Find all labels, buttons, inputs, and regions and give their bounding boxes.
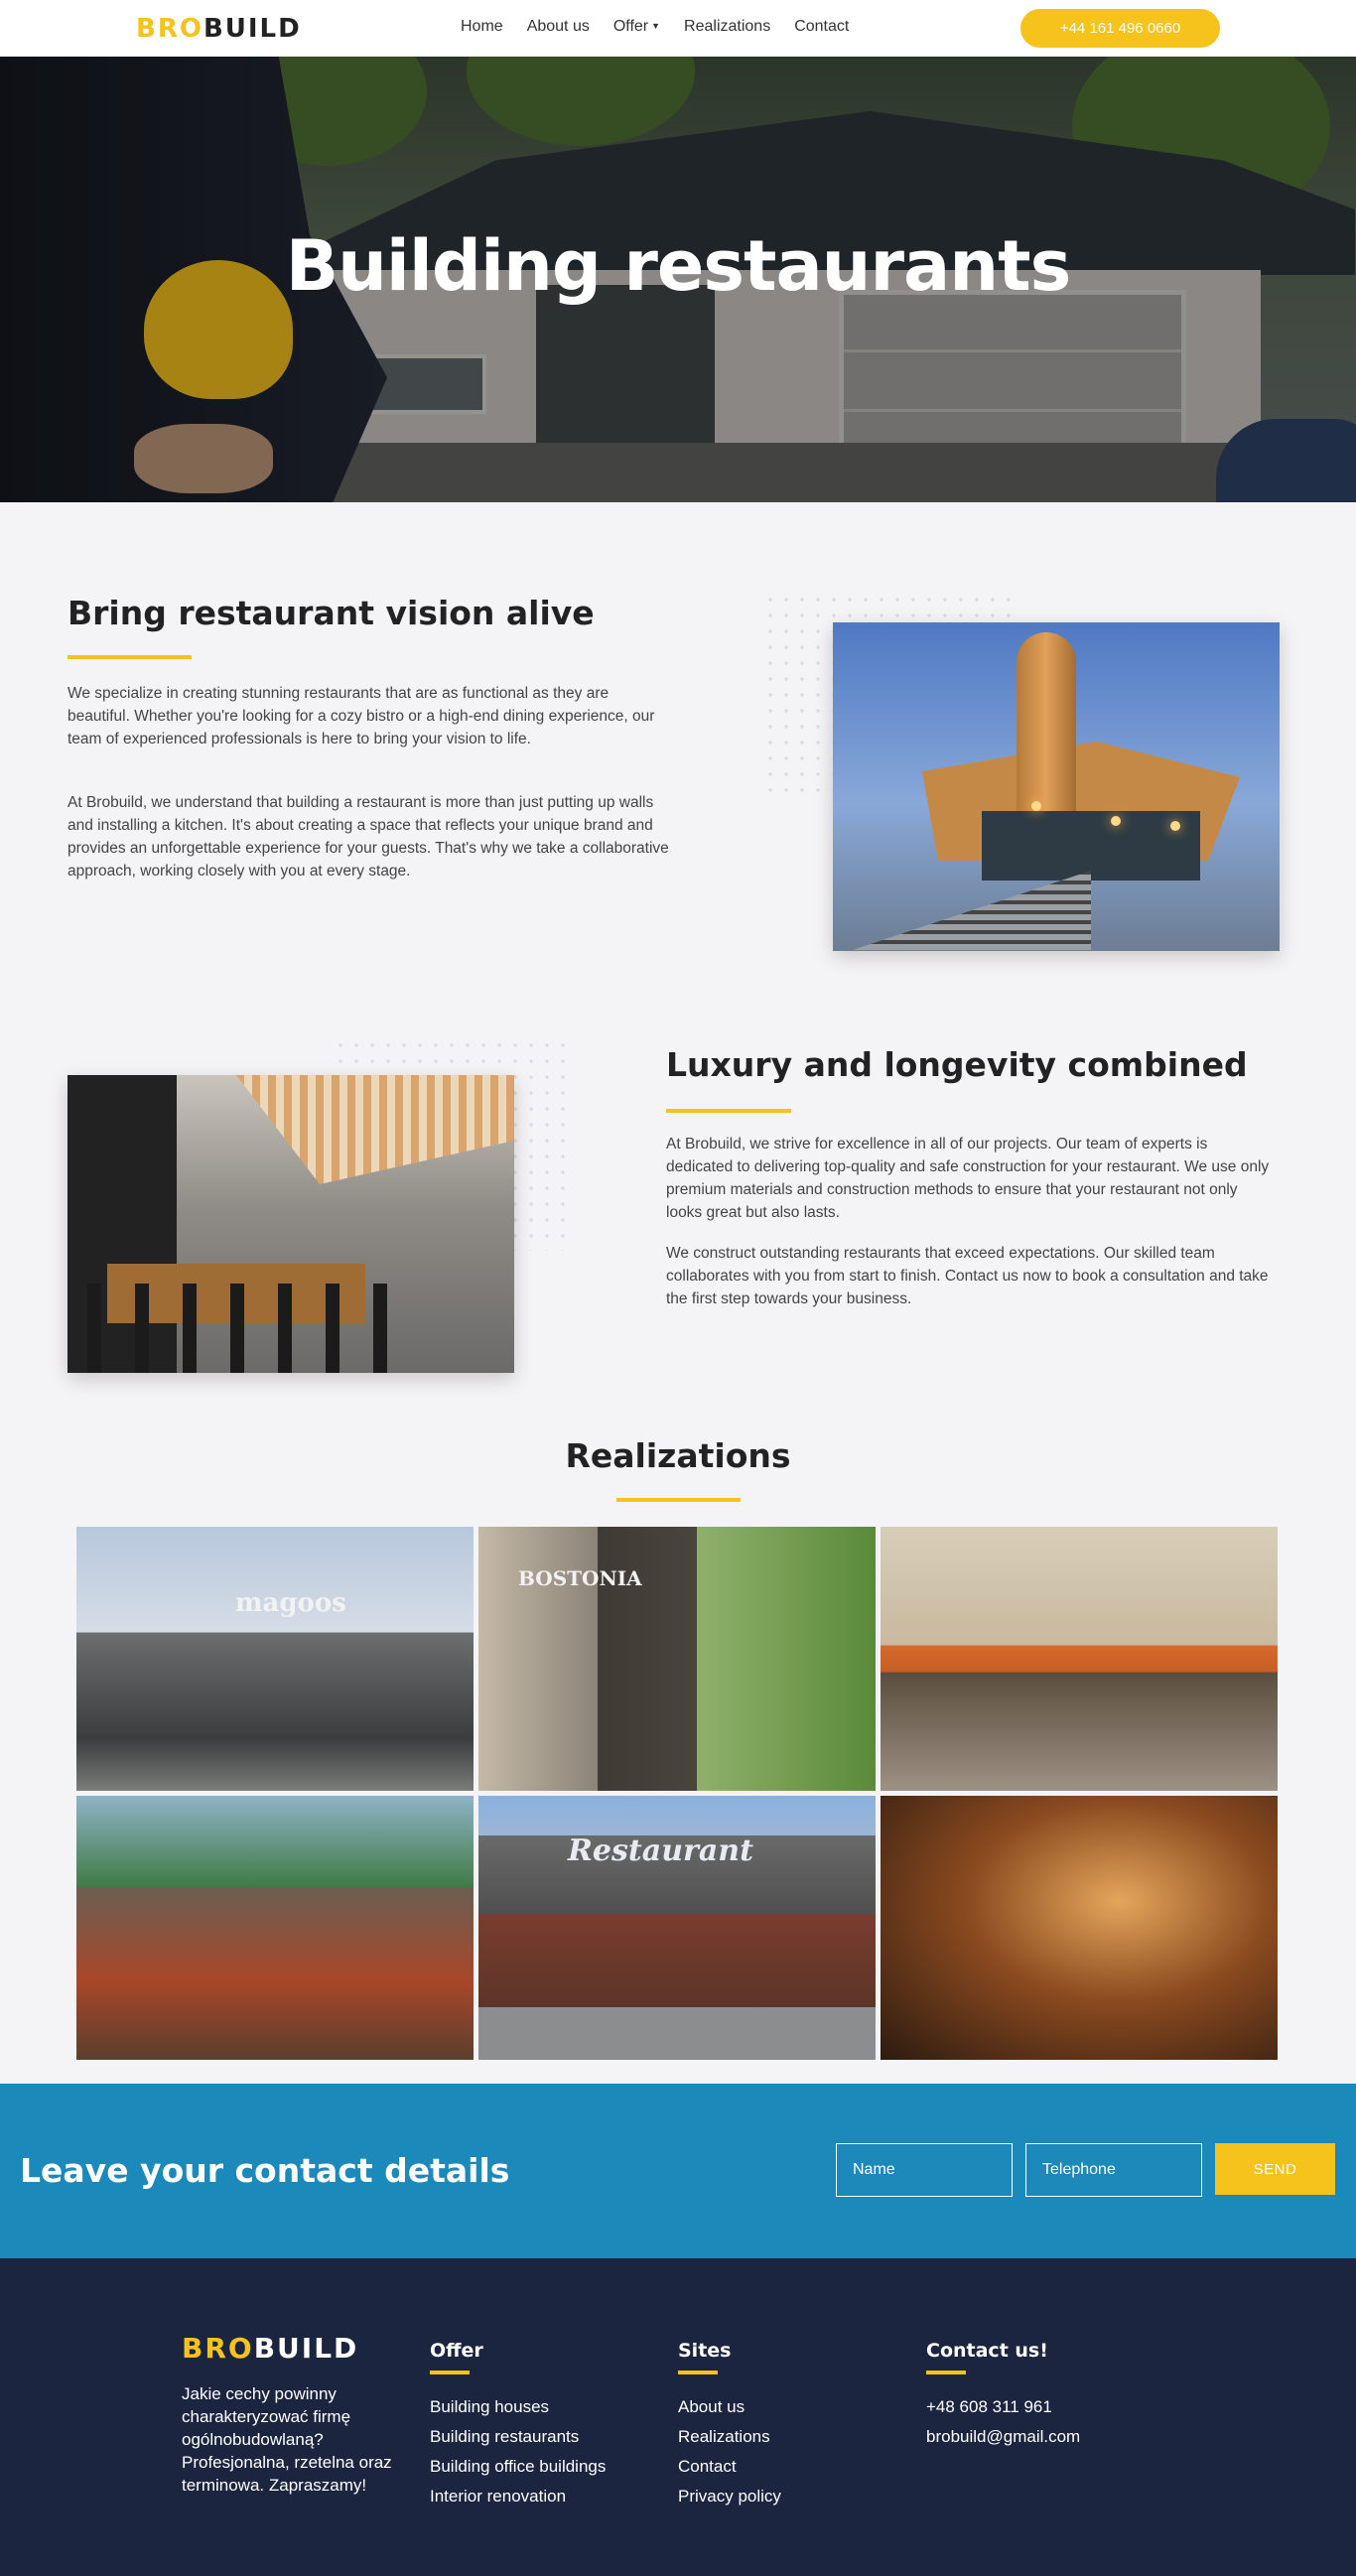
photo-light [1111,816,1121,826]
footer-offer-title: Offer [430,2340,483,2362]
photo-light [1170,821,1180,831]
footer-link-building-offices[interactable]: Building office buildings [430,2452,606,2482]
footer-link-contact[interactable]: Contact [678,2452,781,2482]
footer-email[interactable]: brobuild@gmail.com [926,2422,1080,2452]
footer-link-interior-renovation[interactable]: Interior renovation [430,2482,606,2511]
gallery-photo-bar-interior[interactable] [881,1796,1278,2060]
footer-link-about[interactable]: About us [678,2392,781,2422]
footer-logo-part1: BRO [182,2332,254,2365]
gallery-photo-dining-room[interactable] [76,1796,474,2060]
nav-item-contact[interactable]: Contact [794,18,849,36]
name-input[interactable]: Name [836,2143,1013,2197]
brand-logo-part1: BRO [136,14,203,44]
restaurant-exterior-photo [833,622,1280,951]
brand-logo-part2: BUILD [203,14,302,44]
footer-link-realizations[interactable]: Realizations [678,2422,781,2452]
vision-paragraph-1: We specialize in creating stunning resta… [68,685,655,747]
contact-cta: Leave your contact details Name Telephon… [0,2084,1356,2258]
cta-title: Leave your contact details [20,2151,510,2190]
restaurant-interior-photo [68,1075,514,1373]
footer-logo-part2: BUILD [253,2332,359,2365]
phone-button[interactable]: +44 161 496 0660 [1020,9,1220,48]
photo-interior-ceiling [236,1075,514,1184]
luxury-paragraph-2: We construct outstanding restaurants tha… [666,1245,1269,1307]
telephone-input[interactable]: Telephone [1025,2143,1202,2197]
footer-contact-column: Contact us! +48 608 311 961 brobuild@gma… [926,2340,1080,2452]
footer-contact-underline [926,2371,966,2374]
nav-item-offer-label: Offer [612,18,649,35]
vision-title: Bring restaurant vision alive [68,594,595,632]
photo-light [1031,801,1041,811]
footer-logo[interactable]: BROBUILD [182,2332,358,2365]
footer-sites-title: Sites [678,2340,732,2362]
nav-item-offer[interactable]: Offer ▼ [613,18,660,36]
vision-paragraph-2: At Brobuild, we understand that building… [68,794,669,880]
footer-description: Jakie cechy powinny charakteryzować firm… [182,2384,392,2495]
footer-offer-underline [430,2371,470,2374]
photo-interior-wall [68,1075,177,1373]
luxury-title: Luxury and longevity combined [666,1045,1248,1084]
nav-item-realizations[interactable]: Realizations [684,18,770,36]
footer-link-building-restaurants[interactable]: Building restaurants [430,2422,606,2452]
photo-building-glass [982,811,1200,881]
nav-item-about[interactable]: About us [527,18,590,36]
vision-title-underline [68,655,192,659]
luxury-paragraph-1: At Brobuild, we strive for excellence in… [666,1136,1270,1221]
photo-building-body [922,742,1240,861]
photo-interior-chairs [87,1284,415,1373]
photo-interior-tables [107,1264,365,1323]
gallery-sign-magoos: magoos [235,1588,346,1618]
dot-pattern-decoration [762,592,1011,800]
photo-building-tower [1017,632,1076,861]
dot-pattern-decoration [333,1037,571,1251]
footer: BROBUILD Jakie cechy powinny charakteryz… [0,2258,1356,2576]
caret-down-icon: ▼ [651,21,661,31]
footer-link-privacy[interactable]: Privacy policy [678,2482,781,2511]
realizations-title: Realizations [565,1436,791,1475]
footer-offer-column: Offer Building houses Building restauran… [430,2340,606,2511]
main-menu: Home About us Offer ▼ Realizations Contac… [461,18,849,36]
photo-building-stairs [853,871,1091,950]
brand-logo[interactable]: BROBUILD [136,14,302,44]
send-button[interactable]: SEND [1215,2143,1335,2195]
gallery-photo-magoos[interactable]: magoos [76,1527,474,1791]
luxury-title-underline [666,1109,791,1113]
gallery-photo-bostonia[interactable]: BOSTONIA [478,1527,876,1791]
gallery-sign-bostonia: BOSTONIA [518,1566,642,1590]
nav-item-home[interactable]: Home [461,18,503,36]
footer-sites-column: Sites About us Realizations Contact Priv… [678,2340,781,2511]
footer-phone[interactable]: +48 608 311 961 [926,2392,1080,2422]
footer-contact-title: Contact us! [926,2340,1048,2362]
footer-sites-underline [678,2371,718,2374]
footer-link-building-houses[interactable]: Building houses [430,2392,606,2422]
realizations-gallery: magoos BOSTONIA Restaurant [76,1527,1279,2060]
gallery-photo-terrace[interactable] [881,1527,1278,1791]
realizations-title-underline [616,1498,741,1502]
hero-banner: Building restaurants [0,57,1356,502]
gallery-photo-restaurant-facade[interactable]: Restaurant [478,1796,876,2060]
hero-title: Building restaurants [285,225,1072,307]
top-navbar: BROBUILD Home About us Offer ▼ Realizatio… [0,0,1356,57]
gallery-sign-restaurant: Restaurant [568,1833,753,1868]
